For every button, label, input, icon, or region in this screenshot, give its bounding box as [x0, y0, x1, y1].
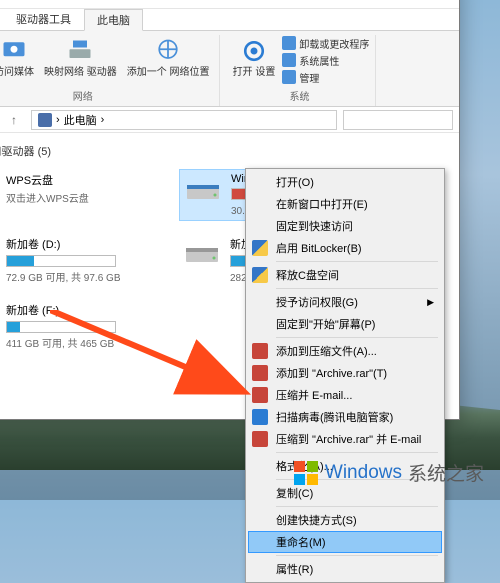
context-menu-item[interactable]: 属性(R)	[248, 558, 442, 580]
address-segment: ›	[101, 114, 105, 126]
context-menu-item[interactable]: 释放C盘空间	[248, 264, 442, 286]
context-menu-item[interactable]: 固定到"开始"屏幕(P)	[248, 313, 442, 335]
drive-subtitle: 72.9 GB 可用, 共 97.6 GB	[6, 269, 152, 284]
context-menu-item[interactable]: 打开(O)	[248, 171, 442, 193]
context-menu-item[interactable]: 压缩到 "Archive.rar" 并 E-mail	[248, 428, 442, 450]
drive-name: 新加卷 (D:)	[6, 236, 152, 252]
tab-computer[interactable]: 此电脑	[84, 9, 143, 31]
address-segment[interactable]: 此电脑	[64, 112, 97, 128]
close-button[interactable]: ✕	[415, 0, 455, 7]
drive-name: 新加卷 (F:)	[6, 302, 152, 318]
add-network-location-button[interactable]: 添加一个 网络位置	[124, 35, 213, 80]
context-menu-item[interactable]: 授予访问权限(G)▶	[248, 291, 442, 313]
nav-up-button[interactable]: ↑	[3, 109, 25, 131]
drive-d[interactable]: 新加卷 (D:) 72.9 GB 可用, 共 97.6 GB	[0, 233, 155, 287]
ribbon-group-system: 打开 设置 卸载或更改程序 系统属性 管理 系统	[224, 35, 377, 106]
context-menu-item[interactable]: 重命名(M)	[248, 531, 442, 553]
uninstall-programs-item[interactable]: 卸载或更改程序	[282, 35, 369, 51]
drive-wps-cloud[interactable]: WPS云盘 双击进入WPS云盘	[0, 169, 155, 221]
context-menu-item[interactable]: 启用 BitLocker(B)	[248, 237, 442, 259]
watermark-brand: Windows	[325, 462, 402, 484]
label: 系统属性	[299, 53, 339, 68]
separator	[276, 452, 438, 453]
separator	[276, 555, 438, 556]
submenu-arrow-icon: ▶	[427, 297, 434, 308]
address-bar[interactable]: › 此电脑 ›	[31, 110, 337, 130]
context-menu: 打开(O)在新窗口中打开(E)固定到快速访问启用 BitLocker(B) 释放C…	[245, 168, 445, 583]
usage-bar	[6, 255, 116, 267]
ribbon-tabs: 管理 驱动器工具 此电脑	[0, 9, 459, 31]
separator	[276, 506, 438, 507]
label: 管理	[299, 70, 319, 85]
ribbon-group-network: 查看 访问媒体 映射网络 驱动器 添加一个 网络位置 网络	[0, 35, 220, 106]
group-label: 系统	[289, 88, 309, 106]
address-bar-row: ← → ↑ › 此电脑 ›	[0, 107, 459, 133]
minimize-button[interactable]: —	[335, 0, 375, 7]
maximize-button[interactable]: ☐	[375, 0, 415, 7]
access-media-button[interactable]: 访问媒体	[0, 35, 37, 80]
context-menu-item[interactable]: 添加到 "Archive.rar"(T)	[248, 362, 442, 384]
label: 添加一个 网络位置	[127, 67, 210, 78]
system-properties-item[interactable]: 系统属性	[282, 52, 369, 68]
ribbon: 查看 访问媒体 映射网络 驱动器 添加一个 网络位置 网络 打开 设置 卸载或更…	[0, 31, 459, 107]
label: 卸载或更改程序	[299, 36, 369, 51]
search-input[interactable]	[343, 110, 453, 130]
context-menu-item[interactable]: 创建快捷方式(S)	[248, 509, 442, 531]
open-settings-button[interactable]: 打开 设置	[230, 35, 279, 85]
drive-name: WPS云盘	[6, 172, 152, 188]
windows-logo-icon	[293, 460, 319, 486]
context-menu-item[interactable]: 添加到压缩文件(A)...	[248, 340, 442, 362]
group-label: 网络	[73, 88, 93, 106]
tab-drive-tools[interactable]: 驱动器工具	[3, 8, 84, 30]
section-title: 设备和驱动器 (5)	[0, 143, 51, 159]
label: 打开 设置	[233, 67, 276, 78]
hdd-icon	[183, 173, 223, 207]
section-header[interactable]: ⌄ 设备和驱动器 (5)	[0, 143, 445, 159]
usage-bar	[6, 321, 116, 333]
address-segment: ›	[56, 114, 60, 126]
context-menu-item[interactable]: 扫描病毒(腾讯电脑管家)	[248, 406, 442, 428]
drive-subtitle: 411 GB 可用, 共 465 GB	[6, 335, 152, 350]
label: 映射网络 驱动器	[44, 67, 117, 78]
context-menu-item[interactable]: 固定到快速访问	[248, 215, 442, 237]
context-menu-item[interactable]: 在新窗口中打开(E)	[248, 193, 442, 215]
drive-subtitle: 双击进入WPS云盘	[6, 190, 152, 205]
manage-item[interactable]: 管理	[282, 69, 369, 85]
separator	[276, 261, 438, 262]
separator	[276, 337, 438, 338]
label: 访问媒体	[0, 67, 34, 78]
watermark-suffix: 系统之家	[408, 459, 484, 486]
map-network-drive-button[interactable]: 映射网络 驱动器	[41, 35, 120, 80]
separator	[276, 288, 438, 289]
context-menu-item[interactable]: 压缩并 E-mail...	[248, 384, 442, 406]
hdd-icon	[182, 236, 222, 270]
watermark: Windows 系统之家	[293, 459, 484, 486]
pc-icon	[38, 113, 52, 127]
drive-f[interactable]: 新加卷 (F:) 411 GB 可用, 共 465 GB	[0, 299, 155, 353]
